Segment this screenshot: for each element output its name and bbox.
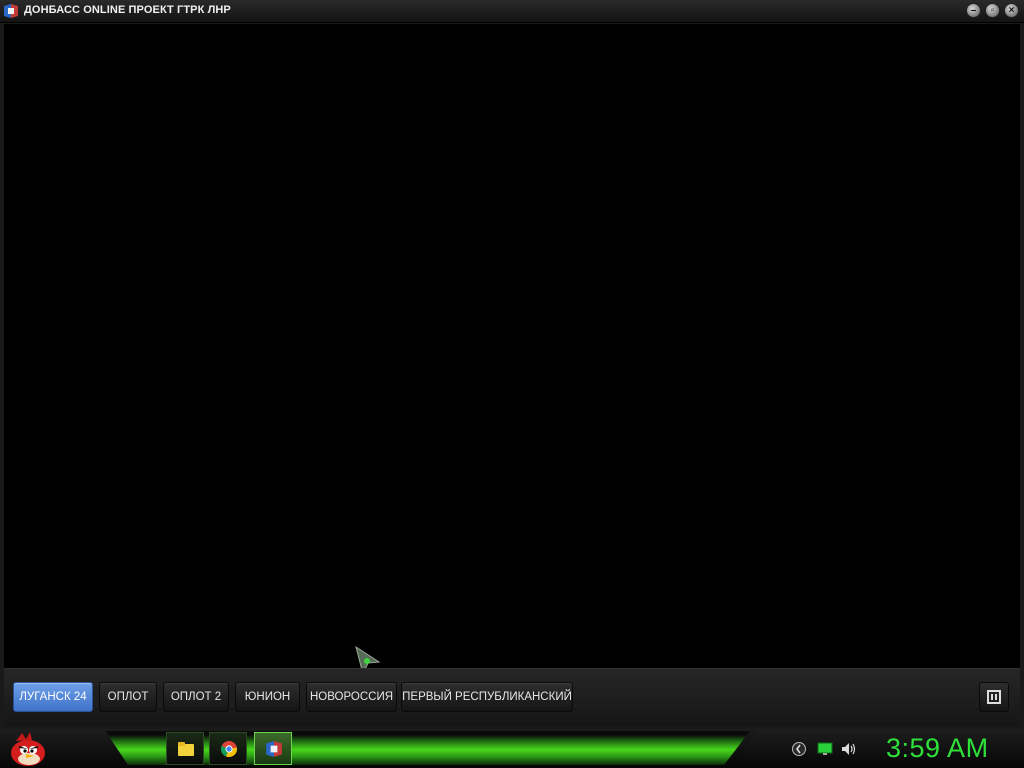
chrome-icon (220, 741, 237, 757)
close-icon: × (1008, 5, 1015, 16)
restore-button[interactable]: ▫ (985, 3, 1000, 18)
window-title: ДОНБАСС ONLINE ПРОЕКТ ГТРК ЛНР (24, 4, 231, 16)
titlebar[interactable]: ДОНБАСС ONLINE ПРОЕКТ ГТРК ЛНР – ▫ × (0, 0, 1024, 23)
taskbar-folder-button[interactable] (166, 732, 204, 765)
minimize-icon: – (970, 5, 977, 16)
restore-icon: ▫ (990, 5, 995, 16)
channel-label: ЛУГАНСК 24 (19, 691, 87, 703)
folder-icon (178, 742, 194, 756)
channel-button-oplot[interactable]: ОПЛОТ (99, 682, 157, 712)
clock[interactable]: 3:59 AM (886, 733, 989, 764)
close-button[interactable]: × (1004, 3, 1019, 18)
channel-label: ЮНИОН (244, 691, 291, 703)
minimize-button[interactable]: – (966, 3, 981, 18)
channel-button-oplot-2[interactable]: ОПЛОТ 2 (163, 682, 229, 712)
channel-button-novorossiya[interactable]: НОВОРОССИЯ (306, 682, 397, 712)
pause-button[interactable] (979, 682, 1009, 712)
channel-label: ОПЛОТ (107, 691, 149, 703)
display-icon[interactable] (817, 741, 833, 757)
video-player[interactable] (4, 24, 1020, 676)
taskbar-chrome-button[interactable] (209, 732, 247, 765)
channel-label: НОВОРОССИЯ (309, 691, 394, 703)
app-window: ДОНБАСС ONLINE ПРОЕКТ ГТРК ЛНР – ▫ × ЛУГ… (0, 0, 1024, 729)
channel-button-lugansk-24[interactable]: ЛУГАНСК 24 (13, 682, 93, 712)
channel-label: ОПЛОТ 2 (170, 691, 222, 703)
taskbar: 3:59 AM (0, 729, 1024, 768)
channel-button-perviy-respublikanskiy[interactable]: ПЕРВЫЙ РЕСПУБЛИКАНСКИЙ (401, 682, 573, 712)
donbass-app-icon (266, 741, 282, 757)
volume-icon[interactable] (841, 741, 857, 757)
pause-icon (987, 690, 1001, 704)
taskbar-donbass-app-button[interactable] (254, 732, 292, 765)
channel-bar: ЛУГАНСК 24 ОПЛОТ ОПЛОТ 2 ЮНИОН НОВОРОССИ… (4, 668, 1020, 727)
channel-label: ПЕРВЫЙ РЕСПУБЛИКАНСКИЙ (402, 691, 572, 703)
channel-button-union[interactable]: ЮНИОН (235, 682, 300, 712)
network-icon[interactable] (791, 741, 807, 757)
angry-bird-start-icon[interactable] (8, 731, 48, 767)
app-icon (4, 4, 18, 18)
